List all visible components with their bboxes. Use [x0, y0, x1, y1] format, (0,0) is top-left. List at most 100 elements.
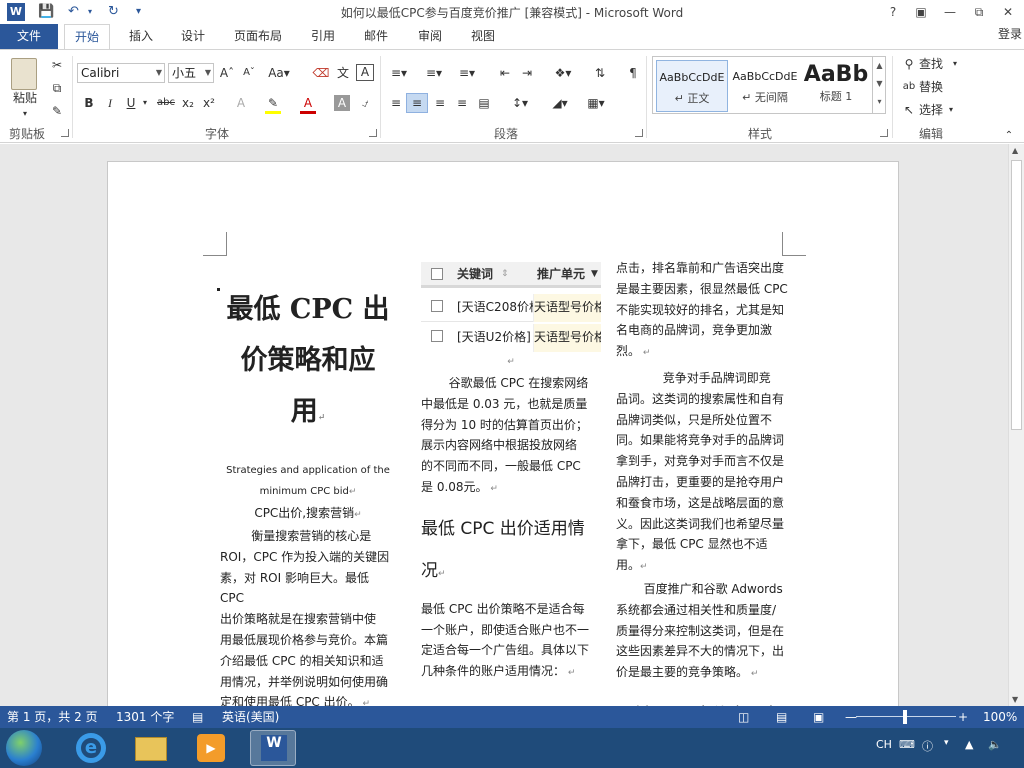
- paste-button[interactable]: 粘贴: [6, 90, 44, 106]
- line-spacing-icon[interactable]: ↕▾: [507, 95, 533, 111]
- font-dialog-launcher[interactable]: [369, 129, 377, 137]
- help-button[interactable]: ?: [879, 2, 907, 22]
- shading-icon[interactable]: ◢▾: [548, 95, 572, 111]
- shrink-font-icon[interactable]: Aˇ: [241, 65, 257, 81]
- bullets-icon[interactable]: ≡▾: [388, 65, 410, 81]
- tray-expand-icon[interactable]: ▾: [944, 738, 949, 748]
- page-count[interactable]: 第 1 页，共 2 页: [7, 706, 98, 728]
- paste-dropdown-icon[interactable]: ▾: [18, 106, 32, 122]
- replace-button[interactable]: 替换: [919, 79, 949, 95]
- tab-layout[interactable]: 页面布局: [234, 24, 282, 49]
- clear-formatting-icon[interactable]: ⌫: [312, 65, 330, 81]
- sort-icon[interactable]: ⇅: [592, 65, 608, 81]
- distributed-icon[interactable]: ▤: [476, 95, 492, 111]
- replace-icon[interactable]: ab: [901, 79, 917, 95]
- borders-icon[interactable]: ▦▾: [582, 95, 610, 111]
- zoom-slider-thumb[interactable]: [903, 710, 907, 724]
- format-painter-icon[interactable]: ✎: [48, 103, 66, 119]
- strikethrough-icon[interactable]: abc: [156, 95, 176, 111]
- underline-icon[interactable]: U: [124, 95, 138, 111]
- read-mode-icon[interactable]: ◫: [738, 706, 749, 728]
- find-icon[interactable]: ⚲: [901, 56, 917, 72]
- paragraph-dialog-launcher[interactable]: [635, 129, 643, 137]
- change-case-icon[interactable]: Aa▾: [268, 65, 290, 81]
- help-tray-icon[interactable]: ⓘ: [922, 738, 933, 754]
- increase-indent-icon[interactable]: ⇥: [519, 65, 535, 81]
- chinese-layout-icon[interactable]: ❖▾: [550, 65, 576, 81]
- row-checkbox[interactable]: [431, 330, 443, 342]
- font-color-icon[interactable]: A: [300, 95, 316, 114]
- clipboard-dialog-launcher[interactable]: [61, 129, 69, 137]
- tab-home[interactable]: 开始: [64, 24, 111, 50]
- word-count[interactable]: 1301 个字: [116, 706, 174, 728]
- volume-icon[interactable]: 🔈: [988, 738, 1002, 751]
- taskbar-word-icon[interactable]: W: [250, 730, 296, 766]
- show-marks-icon[interactable]: ¶: [625, 65, 641, 81]
- collapse-ribbon-icon[interactable]: ⌃: [1002, 128, 1016, 144]
- zoom-out-icon[interactable]: —: [845, 706, 857, 728]
- sort-icon[interactable]: ▼: [591, 264, 598, 285]
- taskbar-explorer-icon[interactable]: [128, 730, 174, 766]
- tab-insert[interactable]: 插入: [129, 24, 153, 49]
- select-dropdown-icon[interactable]: ▾: [946, 102, 956, 118]
- select-button[interactable]: 选择: [919, 102, 949, 118]
- vertical-scrollbar[interactable]: ▲ ▼: [1008, 144, 1024, 706]
- find-button[interactable]: 查找: [919, 56, 949, 72]
- table-row[interactable]: [天语U2价格] 天语型号价格: [421, 324, 601, 352]
- column-header[interactable]: 推广单元: [537, 264, 585, 285]
- phonetic-guide-icon[interactable]: 文: [334, 65, 352, 81]
- character-border-icon[interactable]: A: [356, 64, 374, 81]
- web-layout-icon[interactable]: ▣: [813, 706, 824, 728]
- close-icon[interactable]: ✕: [994, 2, 1022, 22]
- font-size-dropdown-icon[interactable]: ▼: [205, 64, 211, 82]
- select-all-checkbox[interactable]: [431, 268, 443, 280]
- subscript-icon[interactable]: x₂: [180, 95, 196, 111]
- restore-icon[interactable]: ⧉: [965, 2, 993, 22]
- table-row[interactable]: [天语C208价格] 天语型号价格: [421, 294, 601, 322]
- login-link[interactable]: 登录: [998, 24, 1022, 44]
- tab-file[interactable]: 文件: [0, 24, 58, 49]
- style-no-spacing[interactable]: AaBbCcDdE ↵ 无间隔: [729, 60, 801, 112]
- show-hidden-icons[interactable]: ▲: [965, 738, 973, 751]
- styles-dialog-launcher[interactable]: [880, 129, 888, 137]
- scroll-up-icon[interactable]: ▲: [1012, 146, 1018, 155]
- document-page[interactable]: 最低 CPC 出 价策略和应 用↵ Strategies and applica…: [107, 161, 899, 706]
- zoom-in-icon[interactable]: +: [958, 706, 968, 728]
- tab-mailings[interactable]: 邮件: [364, 24, 388, 49]
- minimize-icon[interactable]: —: [936, 2, 964, 22]
- keyboard-icon[interactable]: ⌨: [899, 738, 915, 751]
- style-normal[interactable]: AaBbCcDdE ↵ 正文: [656, 60, 728, 112]
- taskbar-media-player-icon[interactable]: ▶: [188, 730, 234, 766]
- row-checkbox[interactable]: [431, 300, 443, 312]
- select-icon[interactable]: ↖: [901, 102, 917, 118]
- character-shading-icon[interactable]: A: [334, 95, 350, 111]
- column-header[interactable]: 关键词: [457, 264, 493, 285]
- paste-icon[interactable]: [11, 58, 37, 90]
- ribbon-display-icon[interactable]: ▣: [907, 2, 935, 22]
- sort-icon[interactable]: ⇕: [501, 264, 509, 285]
- taskbar-ie-icon[interactable]: e: [68, 730, 114, 766]
- styles-scroll[interactable]: ▲ ▼ ▾: [872, 57, 886, 113]
- ime-indicator[interactable]: CH: [876, 738, 892, 751]
- grow-font-icon[interactable]: Aˆ: [219, 65, 235, 81]
- bold-icon[interactable]: B: [82, 95, 96, 111]
- copy-icon[interactable]: ⧉: [48, 80, 66, 96]
- decrease-indent-icon[interactable]: ⇤: [497, 65, 513, 81]
- align-left-icon[interactable]: ≡: [388, 95, 404, 111]
- underline-dropdown-icon[interactable]: ▾: [140, 95, 150, 111]
- superscript-icon[interactable]: x²: [201, 95, 217, 111]
- zoom-level[interactable]: 100%: [983, 706, 1017, 728]
- tab-view[interactable]: 视图: [471, 24, 495, 49]
- font-family-select[interactable]: Calibri ▼: [77, 63, 165, 83]
- font-size-select[interactable]: 小五 ▼: [168, 63, 214, 83]
- tab-review[interactable]: 审阅: [418, 24, 442, 49]
- find-dropdown-icon[interactable]: ▾: [950, 56, 960, 72]
- align-right-icon[interactable]: ≡: [432, 95, 448, 111]
- font-family-dropdown-icon[interactable]: ▼: [156, 64, 162, 82]
- italic-icon[interactable]: I: [103, 95, 117, 111]
- tab-references[interactable]: 引用: [311, 24, 335, 49]
- numbering-icon[interactable]: ≡▾: [422, 65, 446, 81]
- start-button[interactable]: [6, 730, 42, 766]
- language[interactable]: 英语(美国): [222, 706, 279, 728]
- proofing-icon[interactable]: ▤: [192, 706, 203, 728]
